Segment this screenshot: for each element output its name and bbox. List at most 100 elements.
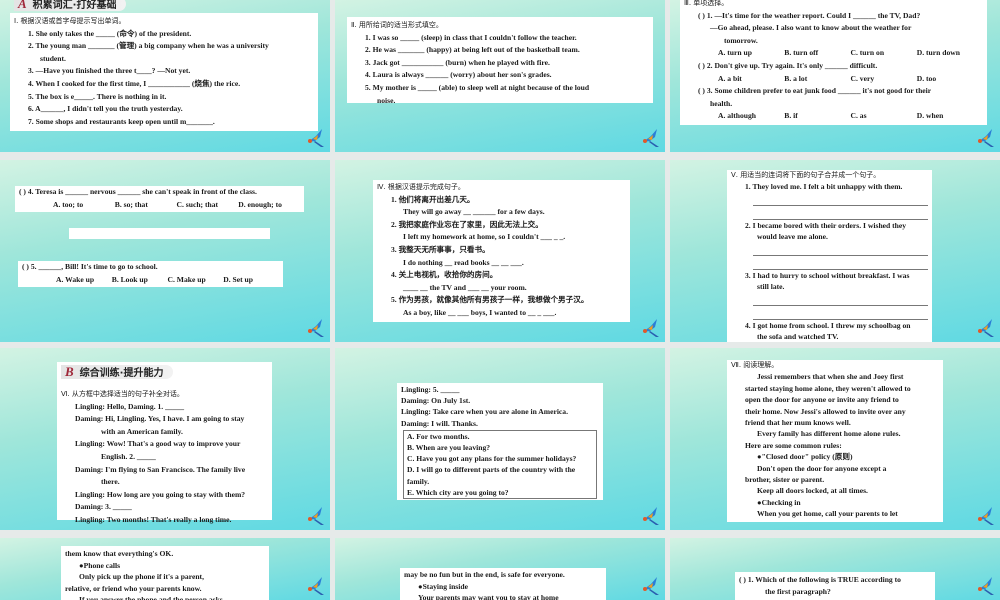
parrot-logo-icon [974,316,996,338]
slide-thumbnail-10[interactable]: them know that everything's OK. ●Phone ca… [0,538,330,600]
section-title: 综合训练·提升能力 [79,368,164,379]
text-line: Daming: 3. _____ [75,502,132,512]
slide-thumbnail-4[interactable]: ( ) 4. Teresa is ______ nervous ______ s… [0,160,330,342]
text-line: ( ) 5. ______, Bill! It's time to go to … [22,262,158,271]
text-line: Lingling: Wow! That's a good way to impr… [75,439,241,449]
answer-options-row: A. too; to B. so; that C. such; that D. eno… [19,199,300,212]
text-line: Lingling: How long are you going to stay… [75,489,246,499]
answer-line [753,206,928,220]
text-line: 5. My mother is _____ (able) to sleep we… [365,82,590,92]
answer-option: A. turn up [718,48,752,58]
text-line: ( ) 3. Some children prefer to eat junk … [698,86,932,96]
text-line: 1. 他们将离开出差几天。 [391,194,475,204]
content-box: Ⅳ. 根据汉语提示完成句子。 1. 他们将离开出差几天。 They will go … [373,180,630,322]
answer-option: C. such; that [176,199,219,209]
answer-option: D. enough; to [238,199,282,209]
slide-thumbnail-12[interactable]: ( ) 1. Which of the following is TRUE ac… [670,538,1000,600]
text-line: Daming: Well, there's a lot to do in Ame… [61,527,268,530]
text-line: Daming: I'm flying to San Francisco. The… [75,464,246,474]
text-line: Lingling: 5. _____ [401,385,460,394]
text-line: ●"Closed door" policy (原则) [757,452,853,462]
answer-option: C. very [850,73,875,83]
text-line: 4. 关上电视机，收拾你的房间。 [391,270,498,280]
text-line: 4. Laura is always ______ (worry) about … [365,70,552,80]
content-box: Ⅵ. 从方框中选择适当的句子补全对话。 Lingling: Hello, Dami… [57,362,272,530]
content-box: Ⅲ. 单项选择。 ( ) 1. —It's time for the weathe… [680,0,987,125]
text-line: ( ) 1. —It's time for the weather report… [698,10,921,20]
text-line: English. 2. _____ [101,451,156,461]
content-box: may be no fun but in the end, is safe fo… [400,568,606,600]
parrot-logo-icon [639,504,661,526]
answer-line [753,193,928,207]
text-line: Lingling: Two months! That's really a lo… [75,514,232,524]
exercise-heading: Ⅱ. 用所给词的适当形式填空。 [351,21,443,29]
text-line: tomorrow. [724,35,758,45]
answer-options-row: A. Wake up B. Look up C. Make up D. Set up [22,274,279,287]
text-line: ____ __ the TV and ___ __ your room. [403,282,527,292]
text-line: may be no fun but in the end, is safe fo… [404,570,565,579]
content-box: Ⅱ. 用所给词的适当形式填空。 1. I was so _____ (sleep)… [347,17,653,105]
exercise-heading: Ⅲ. 单项选择。 [684,0,729,7]
answer-option: A. a bit [718,73,742,83]
text-line: the sofa and watched TV. [757,332,839,342]
content-box: ( ) 5. ______, Bill! It's time to go to … [18,261,283,287]
slide-thumbnail-5[interactable]: Ⅳ. 根据汉语提示完成句子。 1. 他们将离开出差几天。 They will go … [335,160,665,342]
parrot-logo-icon [974,126,996,148]
answer-option: B. if [784,111,798,121]
answer-option: A. Wake up [56,274,95,284]
answer-option: D. turn down [916,48,961,58]
text-line: 3. 我整天无所事事，只看书。 [391,244,490,254]
slide-thumbnail-11[interactable]: may be no fun but in the end, is safe fo… [335,538,665,600]
text-line: 2. He was _______ (happy) at being left … [365,45,580,55]
text-line: 2. I became bored with their orders. I w… [745,221,907,230]
answer-option: D. too [916,73,937,83]
text-line: ●Staying inside [418,581,468,591]
text-line: 4. I got home from school. I threw my sc… [745,321,911,330]
text-line: relative, or friend who your parents kno… [65,583,202,593]
parrot-logo-icon [304,126,326,148]
slide-thumbnail-6[interactable]: Ⅴ. 用适当的连词将下面的句子合并成一个句子。 1. They loved me.… [670,160,1000,342]
answer-option: A. although [718,111,756,121]
text-line: Only pick up the phone if it's a parent, [79,572,204,581]
text-line: Daming: On July 1st. [401,396,471,406]
slide-thumbnail-8[interactable]: Lingling: 5. _____ Daming: On July 1st. Li… [335,348,665,530]
text-line: I do nothing __ read books __ __ ___. [403,257,524,267]
text-line: there. [101,477,120,487]
text-line: When you get home, call your parents to … [757,509,898,519]
parrot-logo-icon [304,504,326,526]
answer-option: B. so; that [114,199,148,209]
answer-line [753,306,928,320]
text-line: 6. A______, I didn't tell you the truth … [28,104,183,114]
option-item: family. [407,476,430,486]
text-line: Jessi remembers that when she and Joey f… [757,372,904,382]
slide-thumbnail-2[interactable]: Ⅱ. 用所给词的适当形式填空。 1. I was so _____ (sleep)… [335,0,665,152]
text-line: ●Checking in [757,497,801,507]
text-line: 2. The young man _______ (管理) a big comp… [28,41,269,51]
slide-thumbnail-1[interactable]: A 积累词汇·打好基础 Ⅰ. 根据汉语或首字母提示写出单词。 1. She only… [0,0,330,152]
text-line: Every family has different home alone ru… [757,429,901,439]
text-line: 3. —Have you finished the three t____? —… [28,66,191,76]
content-box: Lingling: 5. _____ Daming: On July 1st. Li… [397,383,603,500]
text-line: with an American family. [101,426,183,436]
slide-thumbnail-7[interactable]: Ⅵ. 从方框中选择适当的句子补全对话。 Lingling: Hello, Dami… [0,348,330,530]
text-line: open the door for anyone or invite any f… [745,395,899,405]
text-line: Daming: Hi, Lingling. Yes, I have. I am … [75,414,245,424]
answer-option: C. Make up [167,274,206,284]
text-line: Daming: I will. Thanks. [401,418,478,428]
slide-thumbnail-9[interactable]: Ⅶ. 阅读理解。 Jessi remembers that when she an… [670,348,1000,530]
answer-option: C. as [850,111,867,121]
content-box: Ⅶ. 阅读理解。 Jessi remembers that when she an… [727,360,943,522]
text-line: As a boy, like __ ___ boys, I wanted to … [403,307,557,317]
text-line: Your parents may want you to stay at hom… [418,593,559,600]
text-line: If you answer the phone and the person a… [79,595,223,600]
text-line: Don't open the door for anyone except a [757,463,887,473]
text-line: noise. [377,95,396,105]
answer-option: D. Set up [223,274,253,284]
slide-thumbnail-3[interactable]: Ⅲ. 单项选择。 ( ) 1. —It's time for the weathe… [670,0,1000,152]
answer-option: B. a lot [784,73,808,83]
text-line: started staying home alone, they weren't… [745,383,911,393]
content-box: them know that everything's OK. ●Phone ca… [61,546,269,600]
text-line: 1. She only takes the _____ (命令) of the … [28,28,192,38]
answer-line [753,256,928,270]
option-item: E. Which city are you going to? [407,487,509,497]
